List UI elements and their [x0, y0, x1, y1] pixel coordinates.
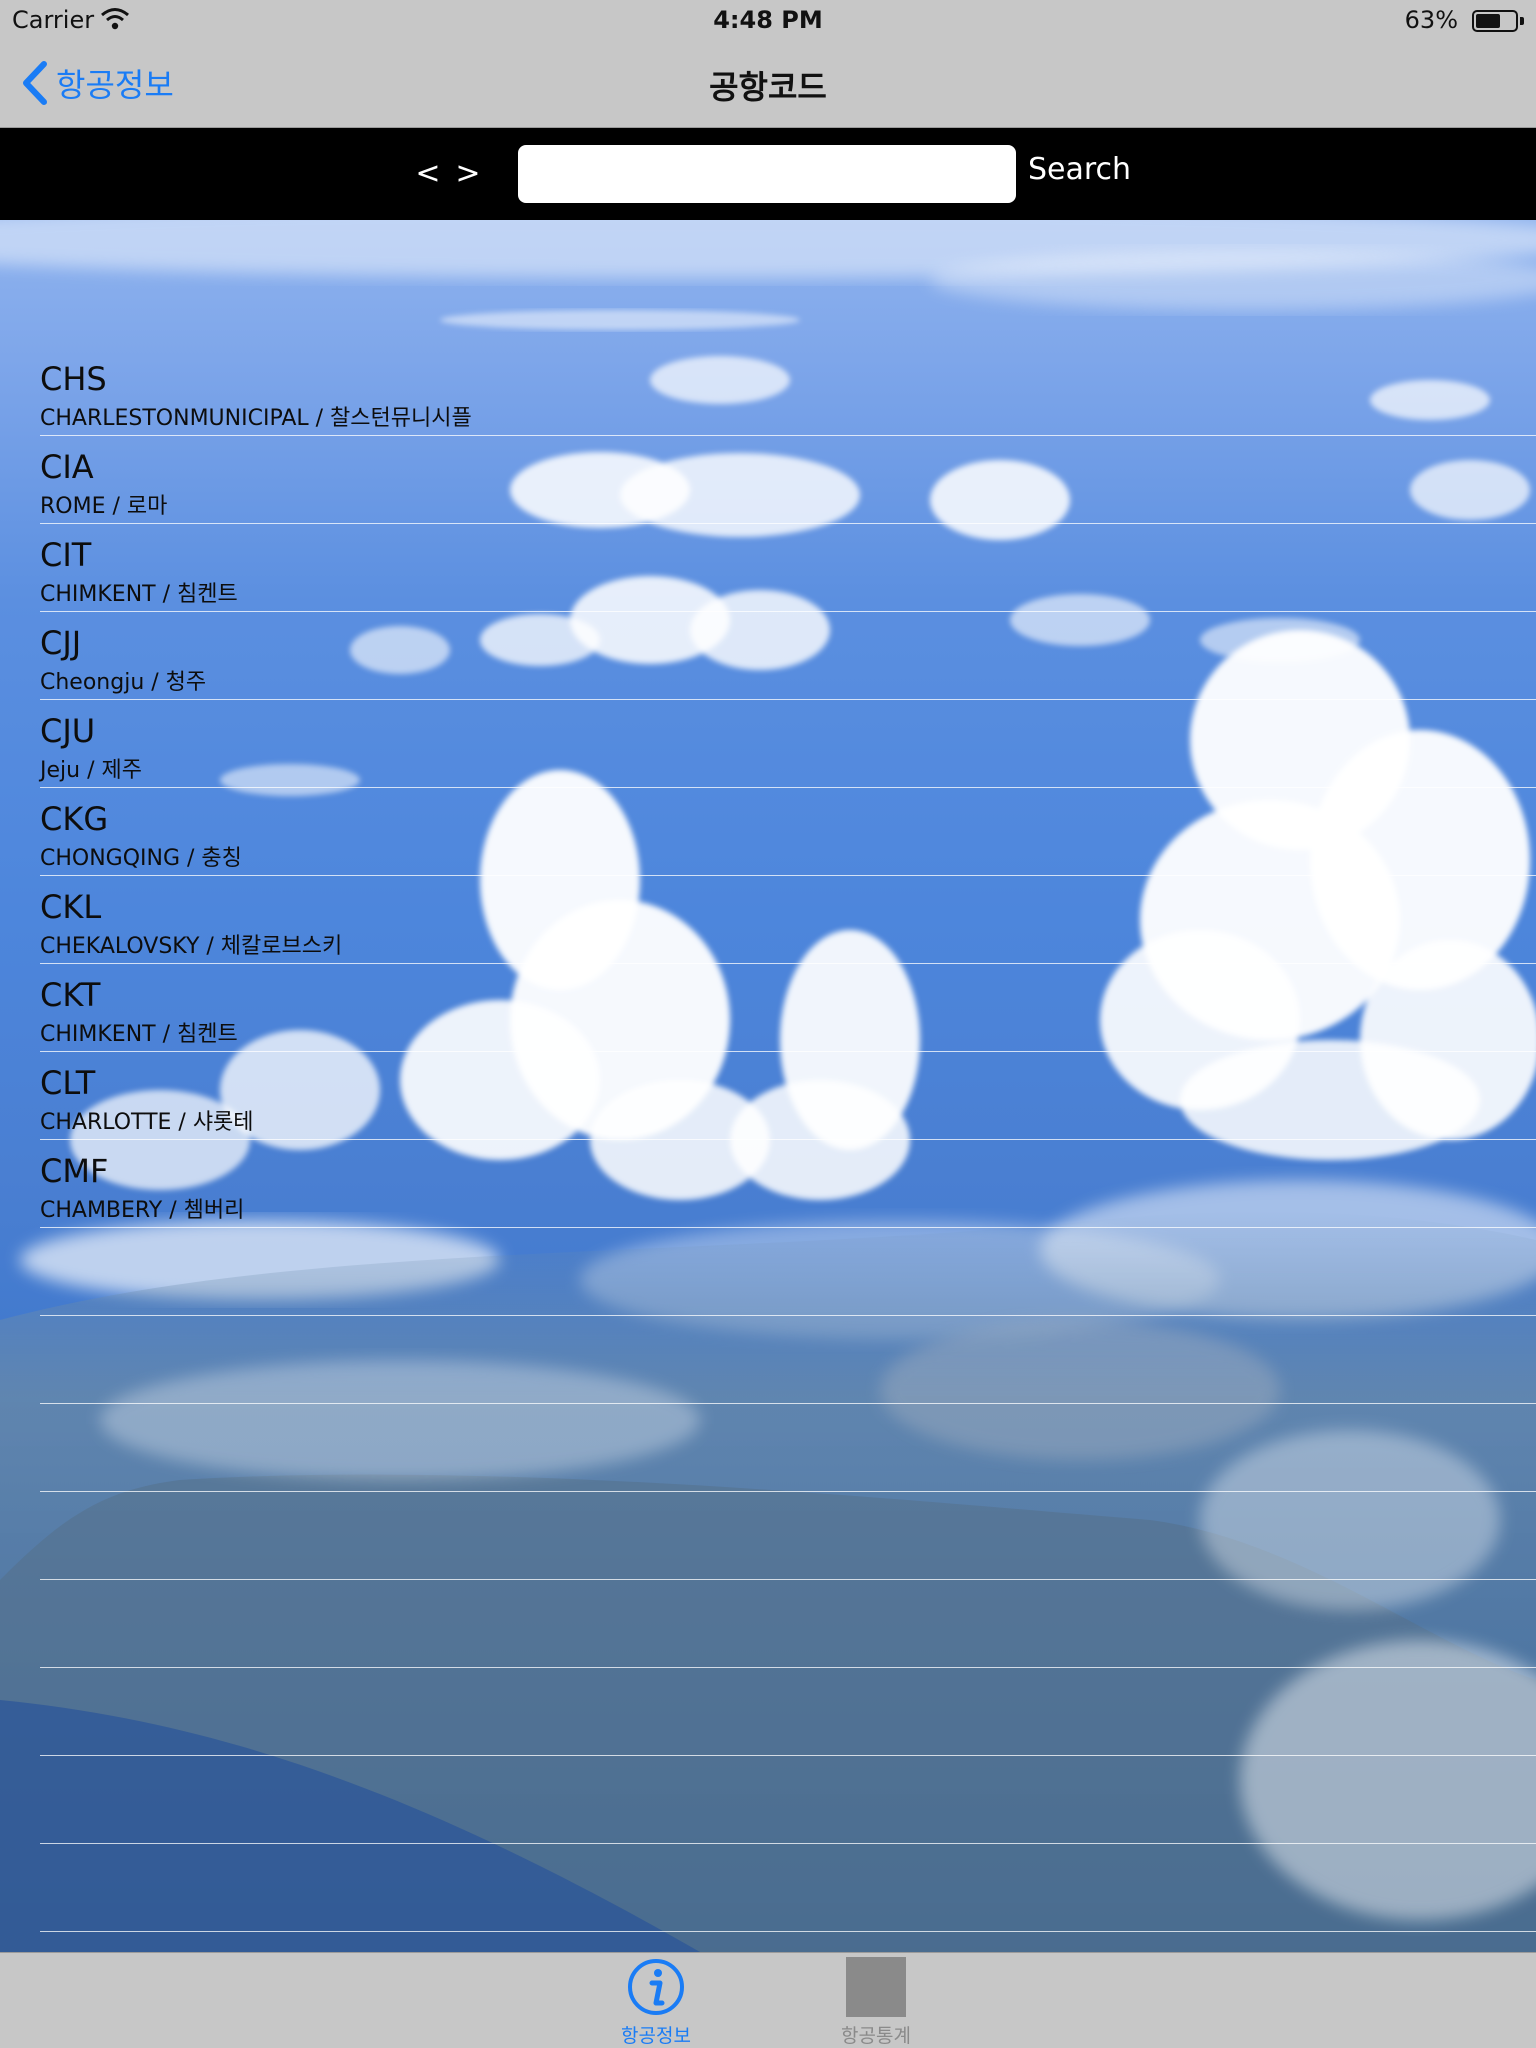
airport-code: CKG	[40, 800, 109, 838]
airport-code: CJU	[40, 712, 96, 750]
empty-row	[40, 1668, 1536, 1756]
search-input[interactable]	[518, 145, 1016, 203]
airport-name: CHIMKENT / 침켄트	[40, 1022, 238, 1047]
airport-row[interactable]: CJJ Cheongju / 청주	[40, 612, 1536, 700]
airport-name: Jeju / 제주	[40, 758, 142, 783]
previous-button[interactable]: <	[414, 156, 442, 191]
battery-icon	[1472, 10, 1518, 32]
airport-code: CLT	[40, 1064, 96, 1102]
airport-row[interactable]: CMF CHAMBERY / 쳄버리	[40, 1140, 1536, 1228]
airport-name: CHARLOTTE / 샤롯테	[40, 1110, 254, 1135]
empty-row	[40, 1228, 1536, 1316]
airport-name: CHAMBERY / 쳄버리	[40, 1198, 245, 1223]
airport-name: Cheongju / 청주	[40, 670, 207, 695]
airport-code: CKL	[40, 888, 102, 926]
airport-row[interactable]: CKG CHONGQING / 충칭	[40, 788, 1536, 876]
airport-row[interactable]: CLT CHARLOTTE / 샤롯테	[40, 1052, 1536, 1140]
airport-row[interactable]: CHS CHARLESTONMUNICIPAL / 찰스턴뮤니시플	[40, 348, 1536, 436]
clock: 4:48 PM	[713, 6, 823, 34]
airport-code: CHS	[40, 360, 107, 398]
tab-aviation-stats[interactable]: 항공통계	[816, 1957, 936, 2047]
airport-name: CHARLESTONMUNICIPAL / 찰스턴뮤니시플	[40, 406, 472, 431]
airport-row[interactable]: CIT CHIMKENT / 침켄트	[40, 524, 1536, 612]
tab-aviation-info[interactable]: 항공정보	[596, 1957, 716, 2047]
airport-code: CKT	[40, 976, 101, 1014]
search-button[interactable]: Search	[1028, 152, 1131, 187]
empty-row	[40, 1404, 1536, 1492]
info-icon	[628, 1959, 684, 2015]
next-button[interactable]: >	[454, 156, 482, 191]
page-title: 공항코드	[709, 68, 827, 106]
airport-code: CIT	[40, 536, 92, 574]
empty-row	[40, 1492, 1536, 1580]
battery-percent: 63%	[1404, 6, 1458, 34]
airport-name: CHONGQING / 충칭	[40, 846, 242, 871]
empty-row	[40, 1580, 1536, 1668]
airport-name: CHEKALOVSKY / 체칼로브스키	[40, 934, 343, 959]
airport-name: CHIMKENT / 침켄트	[40, 582, 238, 607]
empty-row	[40, 1316, 1536, 1404]
tab-aviation-stats-label: 항공통계	[841, 2025, 911, 2047]
airport-code: CJJ	[40, 624, 82, 662]
airport-code: CMF	[40, 1152, 109, 1190]
airport-list: CHS CHARLESTONMUNICIPAL / 찰스턴뮤니시플 CIA ROME …	[0, 348, 1536, 1932]
battery-tip	[1520, 17, 1524, 25]
tab-bar: 항공정보 항공통계	[0, 1952, 1536, 2048]
airport-row[interactable]: CKL CHEKALOVSKY / 체칼로브스키	[40, 876, 1536, 964]
airport-row[interactable]: CIA ROME / 로마	[40, 436, 1536, 524]
airport-row[interactable]: CJU Jeju / 제주	[40, 700, 1536, 788]
airport-name: ROME / 로마	[40, 494, 168, 519]
tab-aviation-info-label: 항공정보	[621, 2025, 691, 2047]
airport-code: CIA	[40, 448, 94, 486]
app-window: Carrier 4:48 PM 63% 항공정보 공항코드 < > Search	[0, 0, 1536, 2048]
battery-fill	[1476, 14, 1500, 28]
airport-row[interactable]: CKT CHIMKENT / 침켄트	[40, 964, 1536, 1052]
stats-icon	[846, 1957, 906, 2017]
search-bar: < > Search	[0, 128, 1536, 220]
empty-row	[40, 1756, 1536, 1844]
navigation-bar: 항공정보 공항코드	[0, 40, 1536, 128]
empty-row	[40, 1844, 1536, 1932]
status-bar: Carrier 4:48 PM 63%	[0, 0, 1536, 40]
